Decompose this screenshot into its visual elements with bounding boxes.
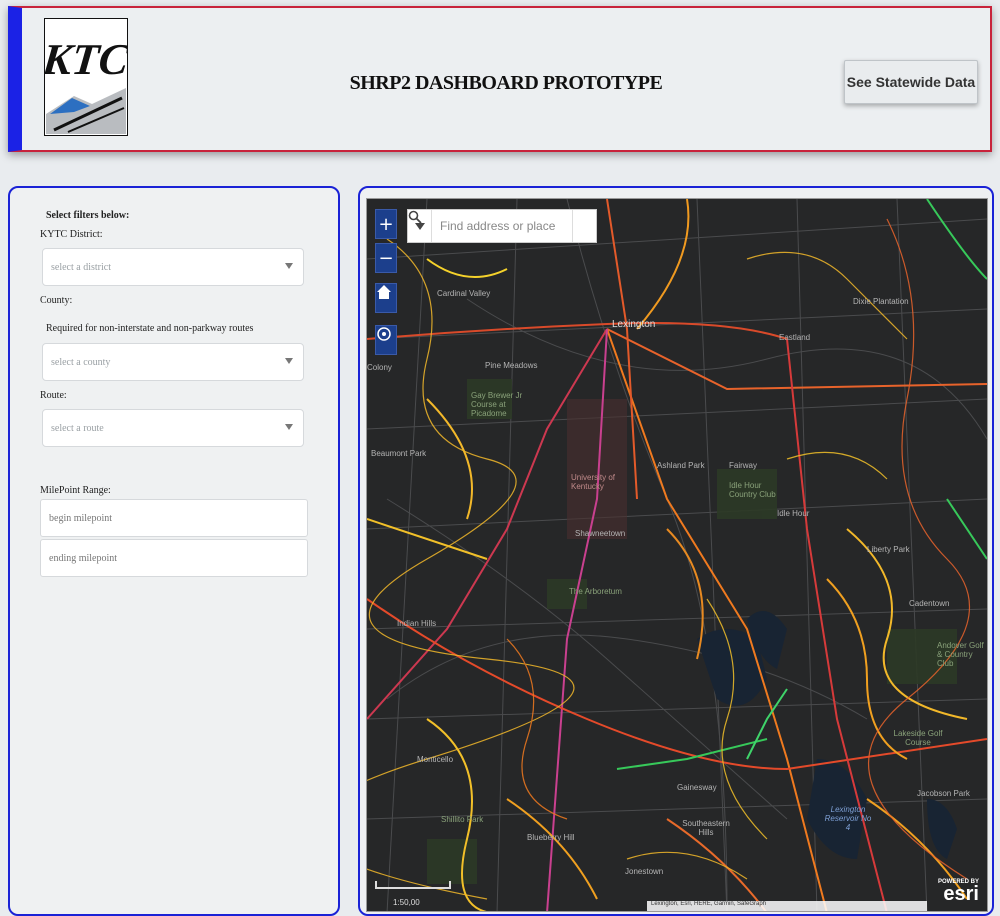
map-panel: Cardinal Valley Lexington Pine Meadows G… xyxy=(358,186,994,916)
map-search-box: Find address or place xyxy=(407,209,597,243)
map-label-idle-hour: Idle Hour xyxy=(777,509,810,518)
begin-milepoint-input[interactable]: begin milepoint xyxy=(40,499,308,537)
map-label-cardinal-valley: Cardinal Valley xyxy=(437,289,491,298)
map-label-gay-brewer: Gay Brewer Jr Course at Picadome xyxy=(471,391,523,418)
map-label-cadentown: Cadentown xyxy=(909,599,950,608)
map-label-ashland-park: Ashland Park xyxy=(657,461,705,470)
see-statewide-data-button[interactable]: See Statewide Data xyxy=(844,60,978,104)
map-label-idle-hour-country-club: Idle Hour Country Club xyxy=(729,481,776,499)
map-label-beaumont-park: Beaumont Park xyxy=(371,449,427,458)
zoom-out-button[interactable]: − xyxy=(375,243,397,273)
search-icon xyxy=(408,210,422,224)
map-label-fairway: Fairway xyxy=(729,461,758,470)
map-label-lexington-reservoir: Lexington Reservoir No 4 xyxy=(824,805,872,832)
ending-milepoint-input[interactable]: ending milepoint xyxy=(40,539,308,577)
chevron-down-icon xyxy=(285,424,293,430)
route-select-placeholder: select a route xyxy=(51,422,104,434)
map-label-pine-meadows: Pine Meadows xyxy=(485,361,538,370)
esri-logo: POWERED BY esri xyxy=(938,879,979,905)
map-label-the-arboretum: The Arboretum xyxy=(569,587,622,596)
map-label-blueberry-hill: Blueberry Hill xyxy=(527,833,575,842)
district-select-placeholder: select a district xyxy=(51,261,111,273)
district-select[interactable]: select a district xyxy=(42,248,304,286)
map-label-jonestown: Jonestown xyxy=(625,867,664,876)
county-select-placeholder: select a county xyxy=(51,356,111,368)
county-label: County: xyxy=(40,295,73,306)
locate-icon xyxy=(377,327,391,341)
map-label-eastland: Eastland xyxy=(779,333,811,342)
scale-bar xyxy=(375,881,451,889)
route-label: Route: xyxy=(40,390,67,401)
map-search-input[interactable]: Find address or place xyxy=(432,219,572,233)
route-select[interactable]: select a route xyxy=(42,409,304,447)
search-button[interactable] xyxy=(408,210,596,242)
map-label-andover: Andover Golf & Country Club xyxy=(937,641,984,668)
map-view[interactable]: Cardinal Valley Lexington Pine Meadows G… xyxy=(366,198,988,912)
filter-panel: Select filters below: KYTC District: sel… xyxy=(8,186,340,916)
milepoint-label: MilePoint Range: xyxy=(40,485,111,496)
chevron-down-icon xyxy=(285,263,293,269)
county-select[interactable]: select a county xyxy=(42,343,304,381)
map-label-lakeside-golf: Lakeside Golf Course xyxy=(893,729,943,747)
map-label-shillito-park: Shillito Park xyxy=(441,815,484,824)
map-label-jacobson-park: Jacobson Park xyxy=(917,789,970,798)
map-label-southeastern-hills: Southeastern Hills xyxy=(682,819,730,837)
home-icon xyxy=(377,285,391,299)
map-label-indian-hills: Indian Hills xyxy=(397,619,437,628)
scale-text: 1:50,00 xyxy=(393,898,420,907)
map-attribution: Lexington, Esri, HERE, Garmin, SafeGraph xyxy=(647,901,927,911)
map-label-university-of-kentucky: University of Kentucky xyxy=(571,473,616,491)
county-note: Required for non-interstate and non-park… xyxy=(46,323,254,334)
map-label-gainesway: Gainesway xyxy=(677,783,717,792)
map-label-shawneetown: Shawneetown xyxy=(575,529,626,538)
esri-text: esri xyxy=(943,883,979,905)
map-label-colony: Colony xyxy=(367,363,392,372)
home-button[interactable] xyxy=(375,283,397,313)
district-label: KYTC District: xyxy=(40,229,103,240)
map-label-lexington: Lexington xyxy=(612,319,656,330)
header-banner: KTC SHRP2 DASHBOARD PROTOTYPE See Statew… xyxy=(8,6,992,152)
map-label-liberty-park: Liberty Park xyxy=(867,545,910,554)
zoom-in-button[interactable]: + xyxy=(375,209,397,239)
chevron-down-icon xyxy=(285,358,293,364)
filters-heading: Select filters below: xyxy=(46,210,130,221)
locate-button[interactable] xyxy=(375,325,397,355)
map-label-dixie-plantation: Dixie Plantation xyxy=(853,297,909,306)
map-label-monticello: Monticello xyxy=(417,755,454,764)
